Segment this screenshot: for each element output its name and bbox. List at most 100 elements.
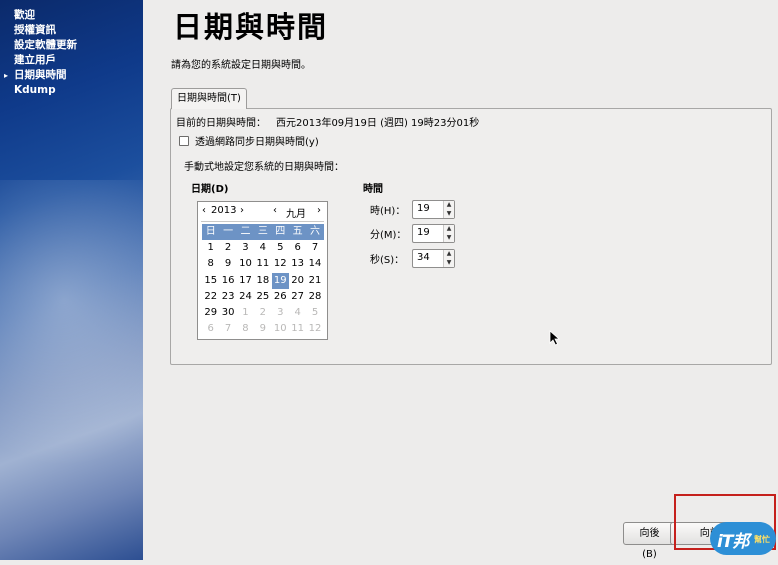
ntp-sync-checkbox[interactable] [179, 135, 189, 146]
calendar-day[interactable]: 6 [289, 240, 306, 256]
next-month-button[interactable]: › [317, 205, 321, 216]
date-label: 日期(D) [191, 184, 229, 195]
hour-spinner[interactable]: 19 ▲ ▼ [412, 200, 455, 219]
calendar-day-other-month[interactable]: 6 [202, 321, 219, 337]
hour-row: 時(H)： 19 ▲ ▼ [370, 200, 455, 219]
calendar-day-other-month[interactable]: 11 [289, 321, 306, 337]
hour-increment-icon[interactable]: ▲ [444, 201, 454, 210]
main-content: 日期與時間 請為您的系統設定日期與時間。 日期與時間(T) 目前的日期與時間： 西… [143, 0, 778, 560]
calendar-day[interactable]: 18 [254, 273, 271, 289]
calendar-day[interactable]: 17 [237, 273, 254, 289]
date-time-panel: 目前的日期與時間： 西元2013年09月19日 (週四) 19時23分01秒 透過… [170, 108, 772, 365]
current-step-arrow-icon: ▸ [4, 71, 9, 80]
next-year-button[interactable]: › [240, 205, 244, 216]
minute-spin-buttons: ▲ ▼ [443, 225, 454, 242]
calendar-day-other-month[interactable]: 3 [272, 305, 289, 321]
sidebar: 歡迎 授權資訊 設定軟體更新 建立用戶 ▸ 日期與時間 Kdump [0, 0, 143, 560]
second-decrement-icon[interactable]: ▼ [444, 259, 454, 268]
manual-setting-label: 手動式地設定您系統的日期與時間： [184, 162, 344, 173]
calendar-day[interactable]: 5 [272, 240, 289, 256]
calendar-day[interactable]: 15 [202, 273, 219, 289]
calendar-day[interactable]: 9 [219, 256, 236, 272]
calendar-day[interactable]: 27 [289, 289, 306, 305]
calendar-day-other-month[interactable]: 2 [254, 305, 271, 321]
calendar-day-other-month[interactable]: 12 [306, 321, 323, 337]
calendar-day[interactable]: 3 [237, 240, 254, 256]
calendar-day-other-month[interactable]: 8 [237, 321, 254, 337]
weekday-header: 二 [240, 226, 251, 237]
second-spin-buttons: ▲ ▼ [443, 250, 454, 267]
minute-decrement-icon[interactable]: ▼ [444, 234, 454, 243]
calendar-day[interactable]: 24 [237, 289, 254, 305]
instruction-text: 請為您的系統設定日期與時間。 [171, 60, 311, 71]
calendar-month: 九月 [286, 209, 306, 220]
minute-label: 分(M)： [370, 230, 407, 241]
ntp-sync-label[interactable]: 透過網路同步日期與時間(y) [195, 133, 319, 148]
calendar-day[interactable]: 21 [306, 273, 323, 289]
calendar-day[interactable]: 22 [202, 289, 219, 305]
hour-value[interactable]: 19 [417, 203, 430, 214]
step-welcome: 歡迎 [14, 9, 35, 21]
minute-spinner[interactable]: 19 ▲ ▼ [412, 224, 455, 243]
calendar-day[interactable]: 29 [202, 305, 219, 321]
calendar-day-other-month[interactable]: 5 [306, 305, 323, 321]
second-label: 秒(S)： [370, 255, 405, 266]
calendar-day-other-month[interactable]: 9 [254, 321, 271, 337]
second-value[interactable]: 34 [417, 252, 430, 263]
calendar-day[interactable]: 14 [306, 256, 323, 272]
weekday-header: 五 [292, 226, 303, 237]
calendar-day[interactable]: 30 [219, 305, 236, 321]
step-license: 授權資訊 [14, 24, 56, 36]
hour-spin-buttons: ▲ ▼ [443, 201, 454, 218]
calendar-day[interactable]: 28 [306, 289, 323, 305]
calendar-day-selected[interactable]: 19 [271, 272, 289, 289]
second-increment-icon[interactable]: ▲ [444, 250, 454, 259]
calendar-divider [201, 221, 324, 222]
second-spinner[interactable]: 34 ▲ ▼ [412, 249, 455, 268]
calendar-day[interactable]: 12 [272, 256, 289, 272]
calendar-day[interactable]: 7 [306, 240, 323, 256]
ithome-watermark-logo: iT邦 幫忙 [710, 522, 776, 555]
weekday-header: 四 [275, 226, 286, 237]
prev-year-button[interactable]: ‹ [202, 205, 206, 216]
calendar[interactable]: ‹ 2013 › ‹ 九月 › 日 一 二 三 四 五 六 1 2 3 4 5 … [197, 201, 328, 340]
prev-month-button[interactable]: ‹ [273, 205, 277, 216]
calendar-week-row: 6 7 8 9 10 11 12 [202, 321, 324, 337]
calendar-day-other-month[interactable]: 1 [237, 305, 254, 321]
calendar-header: ‹ 2013 › ‹ 九月 › [198, 202, 327, 222]
watermark-text: iT邦 [717, 532, 749, 552]
hour-label: 時(H)： [370, 206, 406, 217]
calendar-day-other-month[interactable]: 7 [219, 321, 236, 337]
calendar-day[interactable]: 2 [219, 240, 236, 256]
step-kdump: Kdump [14, 84, 56, 96]
ntp-sync-option[interactable]: 透過網路同步日期與時間(y) [179, 133, 319, 148]
back-button[interactable]: 向後(B) [623, 522, 676, 560]
page-title: 日期與時間 [173, 10, 329, 44]
minute-value[interactable]: 19 [417, 227, 430, 238]
calendar-day-other-month[interactable]: 10 [272, 321, 289, 337]
tab-date-time[interactable]: 日期與時間(T) [171, 88, 247, 109]
calendar-day[interactable]: 25 [254, 289, 271, 305]
current-date-time-value: 西元2013年09月19日 (週四) 19時23分01秒 [276, 118, 480, 129]
calendar-day[interactable]: 16 [219, 273, 236, 289]
calendar-day-other-month[interactable]: 4 [289, 305, 306, 321]
calendar-week-row: 8 9 10 11 12 13 14 [202, 256, 324, 272]
step-date-time: ▸ 日期與時間 [4, 69, 67, 81]
calendar-day[interactable]: 20 [289, 273, 306, 289]
step-list: 歡迎 授權資訊 設定軟體更新 建立用戶 ▸ 日期與時間 Kdump [4, 8, 77, 98]
calendar-day[interactable]: 8 [202, 256, 219, 272]
calendar-day[interactable]: 4 [254, 240, 271, 256]
step-create-user: 建立用戶 [14, 54, 56, 66]
weekday-header: 六 [310, 226, 321, 237]
calendar-week-row: 22 23 24 25 26 27 28 [202, 289, 324, 305]
calendar-day[interactable]: 10 [237, 256, 254, 272]
calendar-day[interactable]: 23 [219, 289, 236, 305]
current-date-time: 目前的日期與時間： 西元2013年09月19日 (週四) 19時23分01秒 [176, 114, 479, 129]
calendar-day[interactable]: 11 [254, 256, 271, 272]
watermark-subtext: 幫忙 [754, 535, 770, 544]
calendar-day[interactable]: 26 [272, 289, 289, 305]
minute-increment-icon[interactable]: ▲ [444, 225, 454, 234]
hour-decrement-icon[interactable]: ▼ [444, 210, 454, 219]
calendar-day[interactable]: 1 [202, 240, 219, 256]
calendar-day[interactable]: 13 [289, 256, 306, 272]
